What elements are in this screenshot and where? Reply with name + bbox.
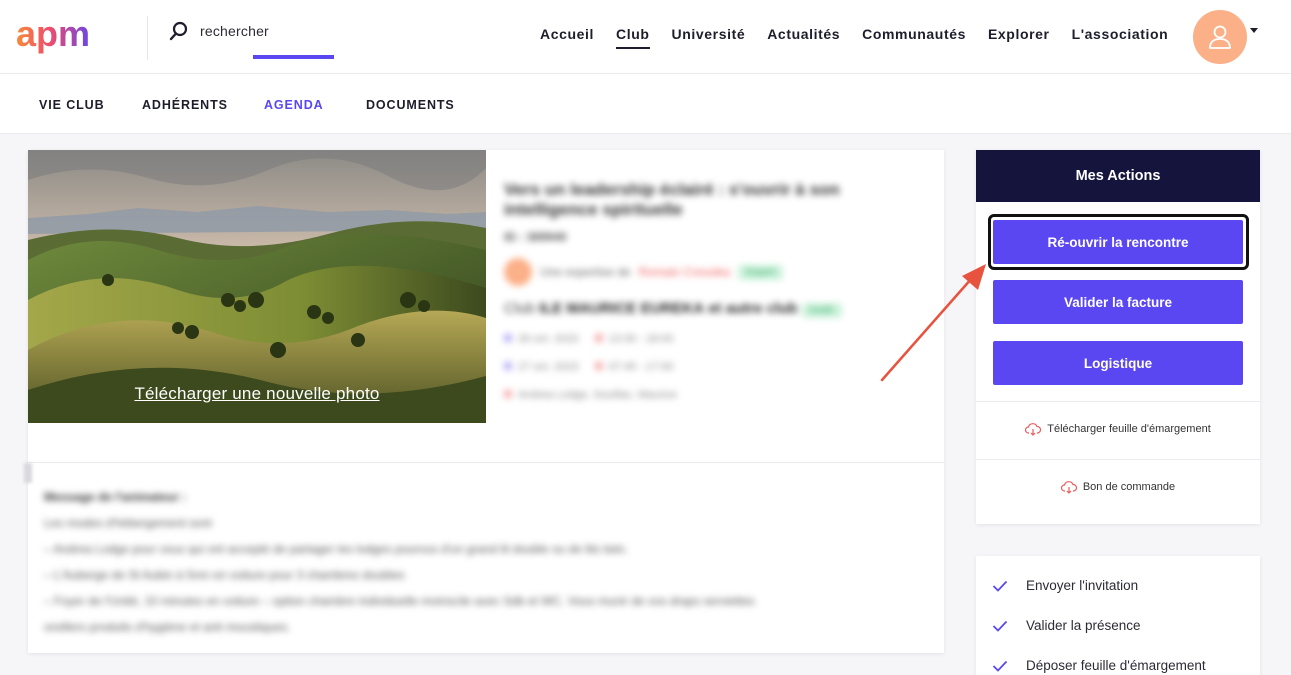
clock-icon [594, 334, 603, 342]
header-divider [147, 16, 148, 60]
top-header: apm rechercher Accueil Club Université A… [0, 0, 1291, 74]
card-divider [28, 462, 486, 463]
time-1: 13:30 - 18:00 [608, 333, 674, 345]
check-icon [992, 620, 1008, 632]
message-line: – Foyer de l'Unité, 10 minutes en voitur… [44, 594, 755, 608]
search-icon [169, 21, 188, 41]
nav-association[interactable]: L'association [1072, 26, 1169, 48]
club-and: et [708, 300, 722, 317]
time-2: 07:45 - 17:00 [608, 361, 674, 373]
club-prefix: Club [504, 300, 535, 317]
organizer-message: Message de l'animateur : Les modes d'héb… [44, 484, 914, 640]
event-photo[interactable]: Télécharger une nouvelle photo [28, 150, 486, 423]
calendar-icon [504, 334, 512, 342]
scroll-marker [24, 463, 32, 483]
purchase-order-label[interactable]: Bon de commande [1083, 481, 1175, 493]
highlight-box [988, 214, 1249, 270]
date-row-1: 26 oct. 2023 13:30 - 18:00 [504, 333, 924, 345]
expert-row: Une expertise de Romain Cressika Expert [504, 258, 924, 286]
nav-accueil[interactable]: Accueil [540, 26, 594, 48]
nav-actualites[interactable]: Actualités [767, 26, 840, 48]
club-badge: Invité [801, 303, 842, 318]
nav-explorer[interactable]: Explorer [988, 26, 1050, 48]
cloud-download-icon [1025, 423, 1042, 436]
nav-communautes[interactable]: Communautés [862, 26, 966, 48]
download-attendance-label[interactable]: Télécharger feuille d'émargement [1047, 423, 1211, 435]
event-title: Vers un leadership éclairé : s'ouvrir à … [504, 180, 840, 219]
message-title: Message de l'animateur : [44, 490, 187, 504]
user-icon [1209, 25, 1231, 49]
check-label: Valider la présence [1026, 618, 1141, 633]
location: Andrea Lodge, Souillac, Maurice [518, 389, 677, 401]
clock-icon [594, 362, 603, 370]
upload-photo-link[interactable]: Télécharger une nouvelle photo [28, 384, 486, 404]
expert-avatar [504, 258, 532, 286]
purchase-order-link[interactable]: Bon de commande [976, 480, 1260, 494]
check-icon [992, 580, 1008, 592]
card-divider [486, 462, 944, 463]
event-id: ID : 389940 [504, 230, 567, 244]
location-pin-icon [504, 390, 512, 398]
apm-logo[interactable]: apm [16, 18, 120, 56]
check-item: Valider la présence [992, 618, 1141, 633]
club-name[interactable]: ILE MAURICE EUREKA [539, 300, 704, 317]
search-placeholder[interactable]: rechercher [200, 23, 269, 39]
event-card: Télécharger une nouvelle photo Vers un l… [24, 150, 944, 653]
date-1: 26 oct. 2023 [518, 333, 579, 345]
landscape-image [28, 150, 486, 423]
steps-checklist: Envoyer l'invitation Valider la présence… [976, 556, 1260, 675]
validate-invoice-button[interactable]: Valider la facture [993, 280, 1243, 324]
active-tab-indicator [253, 55, 334, 59]
cloud-download-icon [1060, 481, 1077, 494]
message-line: Les modes d'hébergement sont [44, 516, 212, 530]
location-row: Andrea Lodge, Souillac, Maurice [504, 389, 924, 401]
nav-club[interactable]: Club [616, 26, 650, 49]
date-row-2: 27 oct. 2023 07:45 - 17:00 [504, 361, 924, 373]
tab-agenda[interactable]: AGENDA [264, 98, 324, 112]
svg-text:apm: apm [16, 18, 90, 54]
club-other[interactable]: autre club [726, 300, 798, 317]
message-line: – Andrea Lodge pour ceux qui ont accepté… [44, 542, 629, 556]
check-item: Déposer feuille d'émargement [992, 658, 1206, 673]
date-2: 27 oct. 2023 [518, 361, 579, 373]
message-line: – L'Auberge de St Aubin à 5mn en voiture… [44, 568, 405, 582]
tab-adherents[interactable]: ADHÉRENTS [142, 98, 228, 112]
club-row: Club ILE MAURICE EUREKA et autre club In… [504, 300, 924, 318]
download-attendance-link[interactable]: Télécharger feuille d'émargement [976, 422, 1260, 436]
check-icon [992, 660, 1008, 672]
user-avatar[interactable] [1193, 10, 1247, 64]
check-label: Envoyer l'invitation [1026, 578, 1139, 593]
main-nav: Accueil Club Université Actualités Commu… [540, 26, 1169, 49]
tab-documents[interactable]: DOCUMENTS [366, 98, 455, 112]
expert-prefix: Une expertise de [540, 265, 631, 279]
check-label: Déposer feuille d'émargement [1026, 658, 1206, 673]
actions-divider [976, 401, 1260, 402]
nav-universite[interactable]: Université [672, 26, 746, 48]
tab-vie-club[interactable]: VIE CLUB [39, 98, 105, 112]
message-line: oreillers produits d'hygiène et anti mou… [44, 620, 291, 634]
check-item: Envoyer l'invitation [992, 578, 1138, 593]
search-box[interactable]: rechercher [168, 20, 269, 42]
chevron-down-icon[interactable] [1250, 28, 1258, 33]
actions-title: Mes Actions [976, 150, 1260, 202]
logistics-button[interactable]: Logistique [993, 341, 1243, 385]
expert-badge: Expert [738, 264, 783, 280]
expert-name[interactable]: Romain Cressika [639, 265, 730, 279]
calendar-icon [504, 362, 512, 370]
event-info: Vers un leadership éclairé : s'ouvrir à … [504, 180, 924, 401]
club-subnav: VIE CLUB ADHÉRENTS AGENDA DOCUMENTS [0, 74, 1291, 134]
actions-panel: Mes Actions Ré-ouvrir la rencontre Valid… [976, 150, 1260, 524]
actions-divider [976, 459, 1260, 460]
